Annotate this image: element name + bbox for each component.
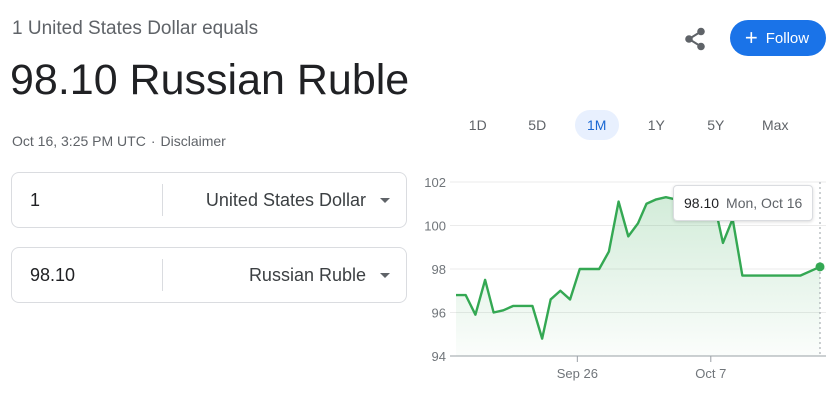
tab-1d[interactable]: 1D: [448, 110, 508, 140]
chevron-down-icon[interactable]: [380, 197, 390, 203]
tab-5d[interactable]: 5D: [508, 110, 568, 140]
from-amount-input[interactable]: 1: [12, 190, 162, 211]
tab-1y[interactable]: 1Y: [627, 110, 687, 140]
converted-rate-heading: 98.10 Russian Ruble: [10, 56, 410, 104]
to-currency-select[interactable]: Russian Ruble: [163, 265, 380, 286]
tab-5y[interactable]: 5Y: [686, 110, 746, 140]
x-tick-label: Oct 7: [695, 366, 726, 381]
y-tick-label: 100: [424, 219, 446, 234]
share-icon[interactable]: [682, 26, 708, 52]
timestamp: Oct 16, 3:25 PM UTC: [12, 133, 146, 149]
tooltip-date: Mon, Oct 16: [726, 195, 803, 211]
y-tick-label: 102: [424, 175, 446, 190]
y-tick-label: 98: [432, 262, 446, 277]
from-currency-row: 1 United States Dollar: [11, 172, 407, 228]
to-amount-input[interactable]: 98.10: [12, 265, 162, 286]
to-currency-row: 98.10 Russian Ruble: [11, 247, 407, 303]
y-tick-label: 96: [432, 306, 446, 321]
x-tick-label: Sep 26: [557, 366, 598, 381]
meta-separator: ·: [150, 133, 156, 149]
chevron-down-icon[interactable]: [380, 272, 390, 278]
tab-1m[interactable]: 1M: [574, 110, 619, 140]
chart-tooltip: 98.10 Mon, Oct 16: [673, 185, 814, 221]
rate-meta: Oct 16, 3:25 PM UTC · Disclaimer: [12, 133, 226, 149]
current-point-marker: [815, 262, 825, 272]
range-tabs: 1D 5D 1M 1Y 5Y Max: [448, 110, 805, 140]
plus-icon: +: [744, 25, 758, 50]
y-tick-label: 94: [432, 349, 446, 364]
conversion-subtitle: 1 United States Dollar equals: [12, 18, 259, 39]
follow-label: Follow: [765, 29, 810, 47]
tooltip-value: 98.10: [684, 195, 720, 211]
follow-button[interactable]: + Follow: [730, 20, 826, 56]
tab-max[interactable]: Max: [746, 110, 806, 140]
disclaimer-link[interactable]: Disclaimer: [161, 133, 226, 149]
from-currency-select[interactable]: United States Dollar: [163, 190, 380, 211]
